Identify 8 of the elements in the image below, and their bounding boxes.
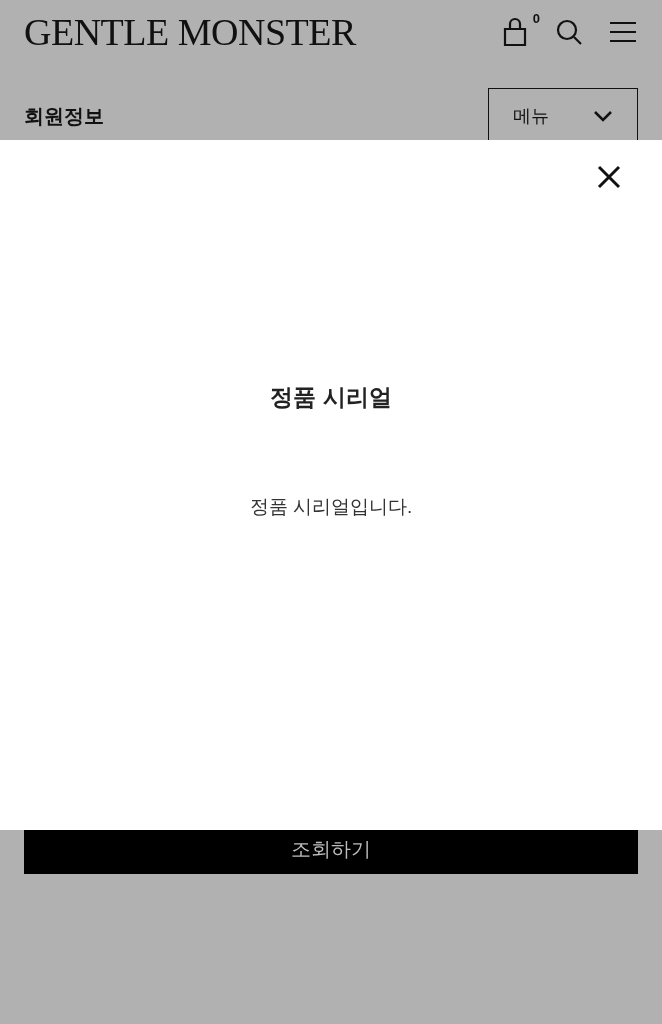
search-icon[interactable]	[554, 17, 584, 47]
brand-logo[interactable]: GENTLE MONSTER	[24, 13, 356, 51]
close-icon[interactable]	[596, 164, 622, 190]
cart-count: 0	[532, 10, 540, 28]
chevron-down-icon	[593, 110, 613, 122]
modal-title: 정품 시리얼	[270, 383, 392, 412]
page-title: 회원정보	[24, 104, 104, 129]
modal-message: 정품 시리얼입니다.	[249, 494, 413, 519]
